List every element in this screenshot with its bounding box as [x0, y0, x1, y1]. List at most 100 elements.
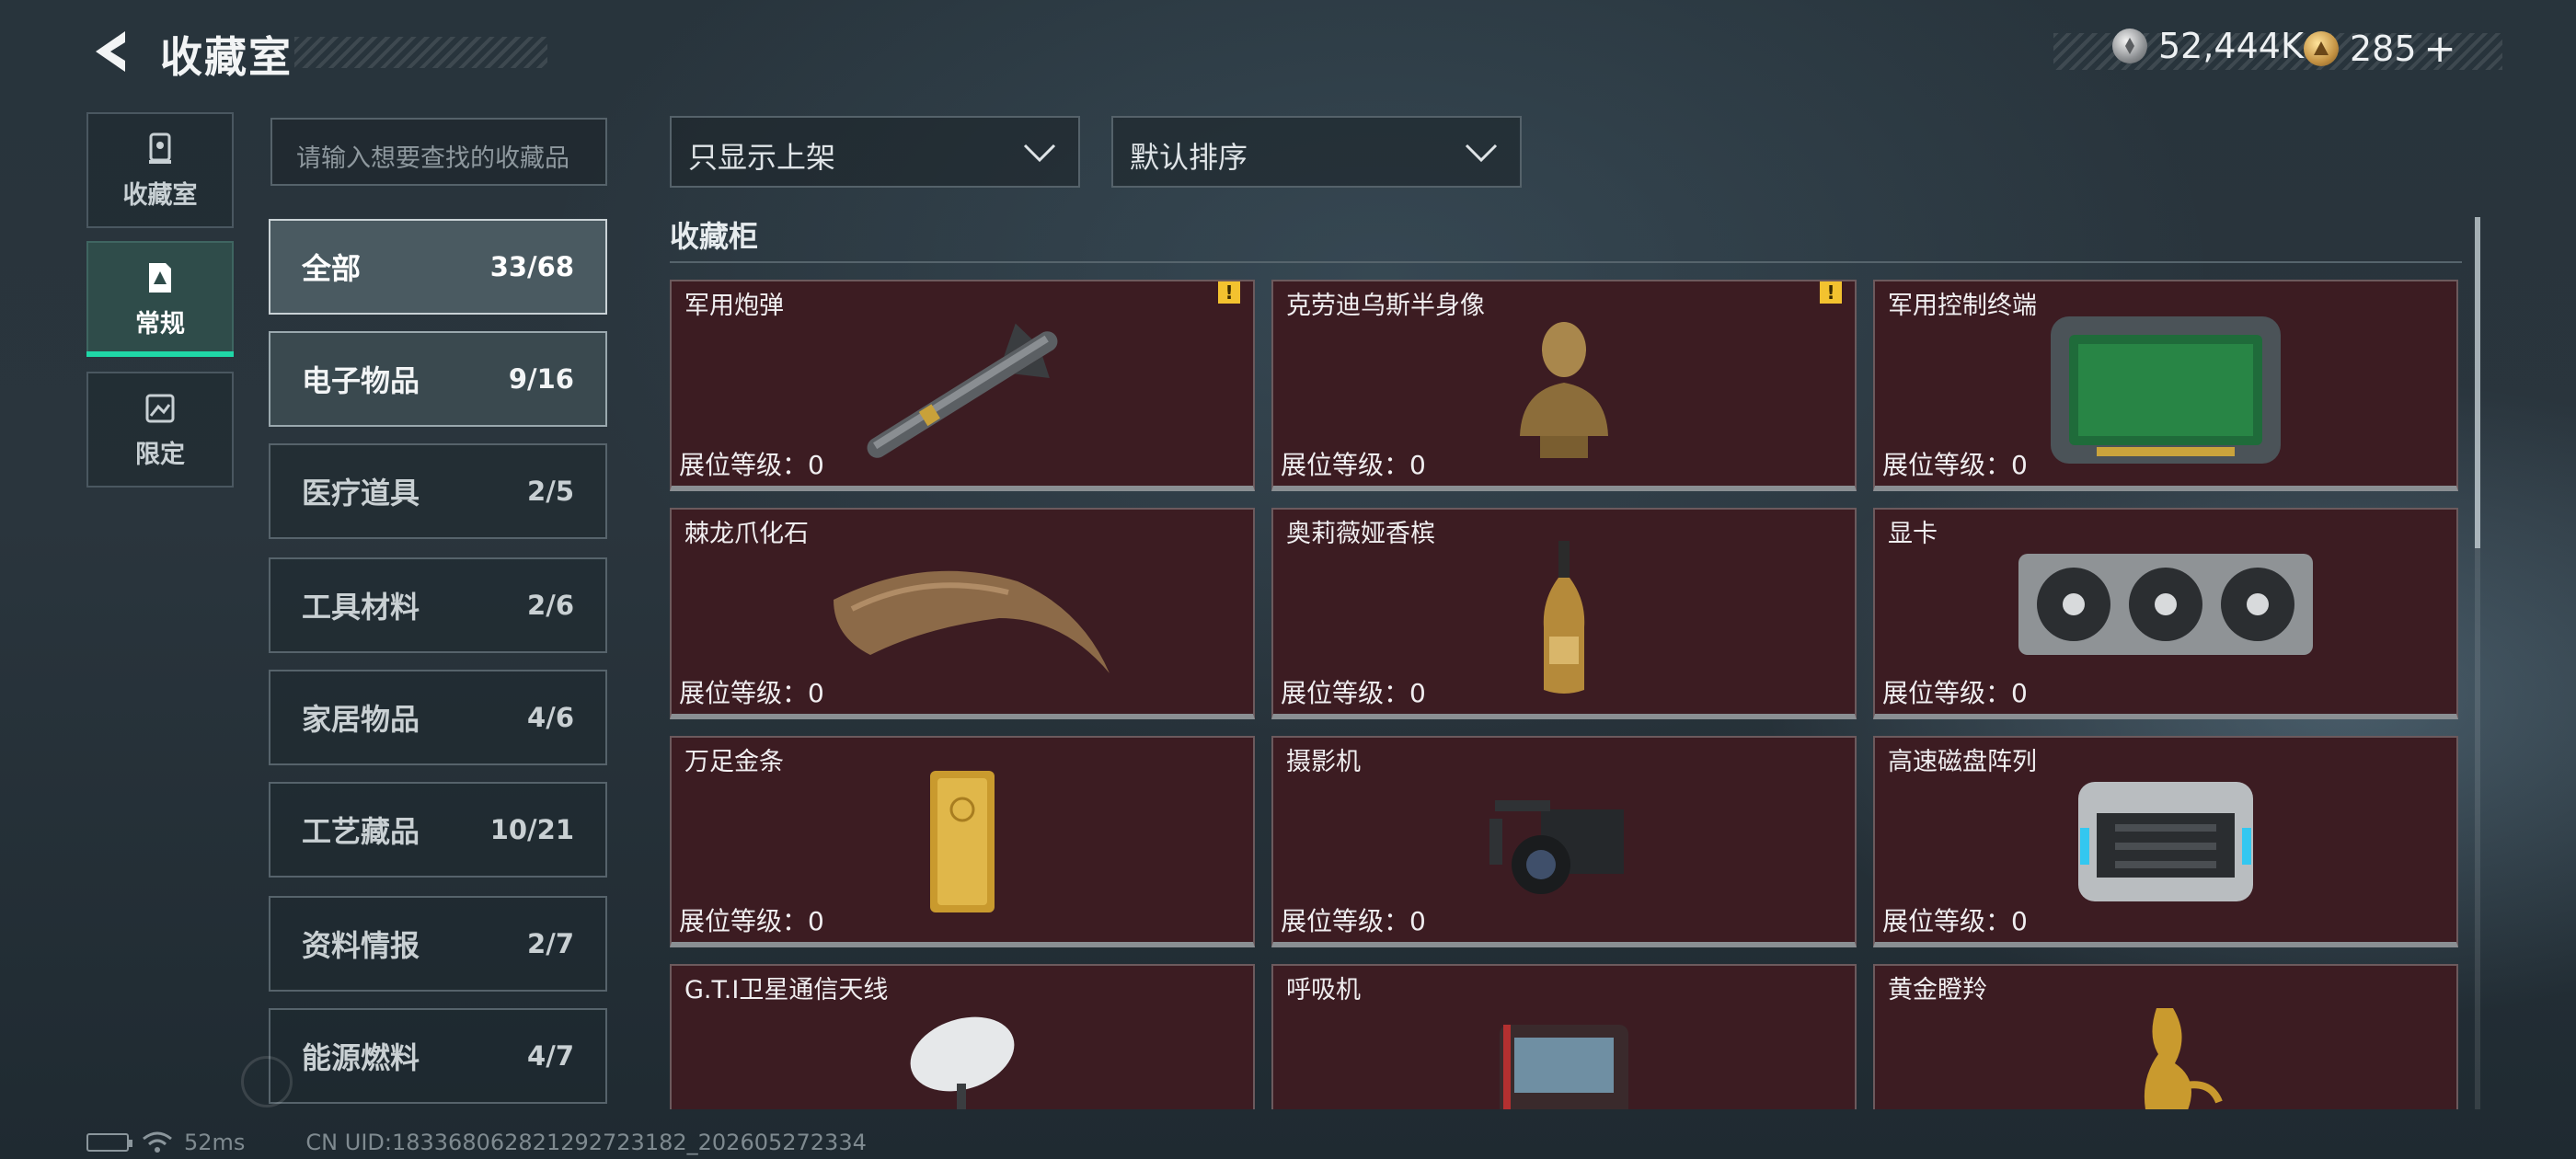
- nav-label: 收藏室: [122, 180, 198, 210]
- collection-card[interactable]: 黄金瞪羚: [1873, 964, 2458, 1109]
- collection-card[interactable]: 显卡 展位等级：0: [1873, 508, 2458, 719]
- item-level: 展位等级：0: [679, 906, 824, 936]
- nav-label: 限定: [135, 440, 185, 469]
- section-title: 收藏柜: [670, 219, 759, 254]
- collection-card[interactable]: 万足金条 展位等级：0: [670, 736, 1255, 947]
- gold-gazelle-image: [2144, 1008, 2223, 1109]
- gold-currency[interactable]: 285 +: [2304, 26, 2456, 71]
- category-count: 2/5: [527, 476, 574, 507]
- wifi-icon: [143, 1131, 172, 1153]
- claw-fossil-image: [834, 570, 1110, 673]
- item-name: 黄金瞪羚: [1888, 976, 1987, 1004]
- camera-image: [1489, 800, 1624, 894]
- scrollbar-thumb[interactable]: [2475, 217, 2480, 548]
- category-name: 工具材料: [302, 590, 420, 625]
- warning-badge: !: [1218, 281, 1240, 304]
- warning-badge: !: [1820, 281, 1842, 304]
- collection-card[interactable]: G.T.I卫星通信天线: [670, 964, 1255, 1109]
- collection-card[interactable]: 棘龙爪化石 展位等级：0: [670, 508, 1255, 719]
- item-name: 克劳迪乌斯半身像: [1286, 292, 1485, 320]
- category-name: 家居物品: [302, 702, 420, 737]
- photo-icon: [145, 394, 175, 422]
- nav-collection-room[interactable]: 收藏室: [86, 112, 234, 228]
- item-name: 呼吸机: [1286, 976, 1361, 1004]
- item-level: 展位等级：0: [1882, 450, 2028, 480]
- section-divider: [670, 261, 2462, 263]
- category-name: 资料情报: [302, 928, 420, 963]
- bust-image: [1520, 322, 1608, 458]
- settings-ring-icon[interactable]: [241, 1056, 293, 1107]
- satellite-dish-image: [910, 1016, 1015, 1109]
- item-name: 棘龙爪化石: [684, 520, 809, 548]
- category-count: 10/21: [489, 814, 574, 845]
- gold-amount: 285: [2350, 28, 2417, 69]
- category-count: 4/7: [527, 1040, 574, 1072]
- item-level: 展位等级：0: [1281, 906, 1426, 936]
- category-count: 4/6: [527, 702, 574, 733]
- category-all[interactable]: 全部 33/68: [269, 219, 607, 315]
- collection-card[interactable]: 奥莉薇娅香槟 展位等级：0: [1271, 508, 1857, 719]
- collection-card[interactable]: 摄影机 展位等级：0: [1271, 736, 1857, 947]
- item-level: 展位等级：0: [1281, 678, 1426, 708]
- disk-array-image: [2078, 782, 2253, 901]
- search-input[interactable]: 请输入想要查找的收藏品: [270, 118, 607, 186]
- category-name: 能源燃料: [302, 1040, 420, 1075]
- item-name: 高速磁盘阵列: [1888, 748, 2037, 776]
- collection-grid: 军用炮弹 ! 展位等级：0 克劳迪乌斯半身像 ! 展位等级：0 军用控制终端 展…: [670, 280, 2462, 1109]
- item-name: 显卡: [1888, 520, 1938, 548]
- collection-card[interactable]: 克劳迪乌斯半身像 ! 展位等级：0: [1271, 280, 1857, 491]
- category-electronics[interactable]: 电子物品 9/16: [269, 331, 607, 427]
- item-level: 展位等级：0: [679, 678, 824, 708]
- sort-value: 默认排序: [1130, 140, 1248, 175]
- category-crafts[interactable]: 工艺藏品 10/21: [269, 782, 607, 878]
- chevron-down-icon: [1023, 143, 1056, 163]
- category-medical[interactable]: 医疗道具 2/5: [269, 443, 607, 539]
- item-name: G.T.I卫星通信天线: [684, 976, 889, 1004]
- collection-card[interactable]: 高速磁盘阵列 展位等级：0: [1873, 736, 2458, 947]
- listing-filter-dropdown[interactable]: 只显示上架: [670, 116, 1080, 188]
- card-icon: [149, 262, 171, 293]
- item-level: 展位等级：0: [1281, 450, 1426, 480]
- uid-text: CN UID:183368062821292723182_20260527233…: [305, 1130, 867, 1155]
- item-level: 展位等级：0: [679, 450, 824, 480]
- chevron-down-icon: [1465, 143, 1498, 163]
- collection-card[interactable]: 军用控制终端 展位等级：0: [1873, 280, 2458, 491]
- category-name: 全部: [302, 251, 362, 286]
- nav-label: 常规: [135, 309, 185, 339]
- item-name: 军用炮弹: [684, 292, 784, 320]
- category-household[interactable]: 家居物品 4/6: [269, 670, 607, 765]
- silver-coin-icon: [2112, 29, 2147, 63]
- title-decoration: [294, 37, 547, 68]
- nav-limited[interactable]: 限定: [86, 372, 234, 488]
- category-count: 9/16: [508, 363, 574, 395]
- collection-card[interactable]: 呼吸机: [1271, 964, 1857, 1109]
- item-level: 展位等级：0: [1882, 678, 2028, 708]
- back-button[interactable]: [85, 24, 140, 79]
- category-fuel[interactable]: 能源燃料 4/7: [269, 1008, 607, 1104]
- category-count: 33/68: [489, 251, 574, 282]
- silver-amount: 52,444K: [2158, 26, 2304, 66]
- item-name: 摄影机: [1286, 748, 1361, 776]
- category-name: 医疗道具: [302, 476, 420, 511]
- ventilator-image: [1500, 1025, 1628, 1109]
- champagne-bottle-image: [1543, 541, 1585, 694]
- item-name: 奥莉薇娅香槟: [1286, 520, 1435, 548]
- category-tools[interactable]: 工具材料 2/6: [269, 557, 607, 653]
- item-level: 展位等级：0: [1882, 906, 2028, 936]
- graphics-card-image: [2018, 554, 2313, 655]
- trophy-icon: [149, 132, 171, 164]
- collection-card[interactable]: 军用炮弹 ! 展位等级：0: [670, 280, 1255, 491]
- category-intel[interactable]: 资料情报 2/7: [269, 896, 607, 992]
- nav-regular[interactable]: 常规: [86, 241, 234, 357]
- add-currency-button[interactable]: +: [2424, 26, 2456, 71]
- sort-dropdown[interactable]: 默认排序: [1111, 116, 1522, 188]
- category-name: 电子物品: [302, 363, 420, 398]
- category-count: 2/6: [527, 590, 574, 621]
- missile-image: [867, 323, 1058, 458]
- item-name: 军用控制终端: [1888, 292, 2037, 320]
- gold-coin-icon: [2304, 30, 2339, 66]
- latency-text: 52ms: [184, 1130, 246, 1155]
- listing-filter-value: 只显示上架: [688, 140, 836, 175]
- status-footer: 52ms CN UID:183368062821292723182_202605…: [86, 1130, 867, 1155]
- silver-currency: 52,444K: [2112, 26, 2304, 66]
